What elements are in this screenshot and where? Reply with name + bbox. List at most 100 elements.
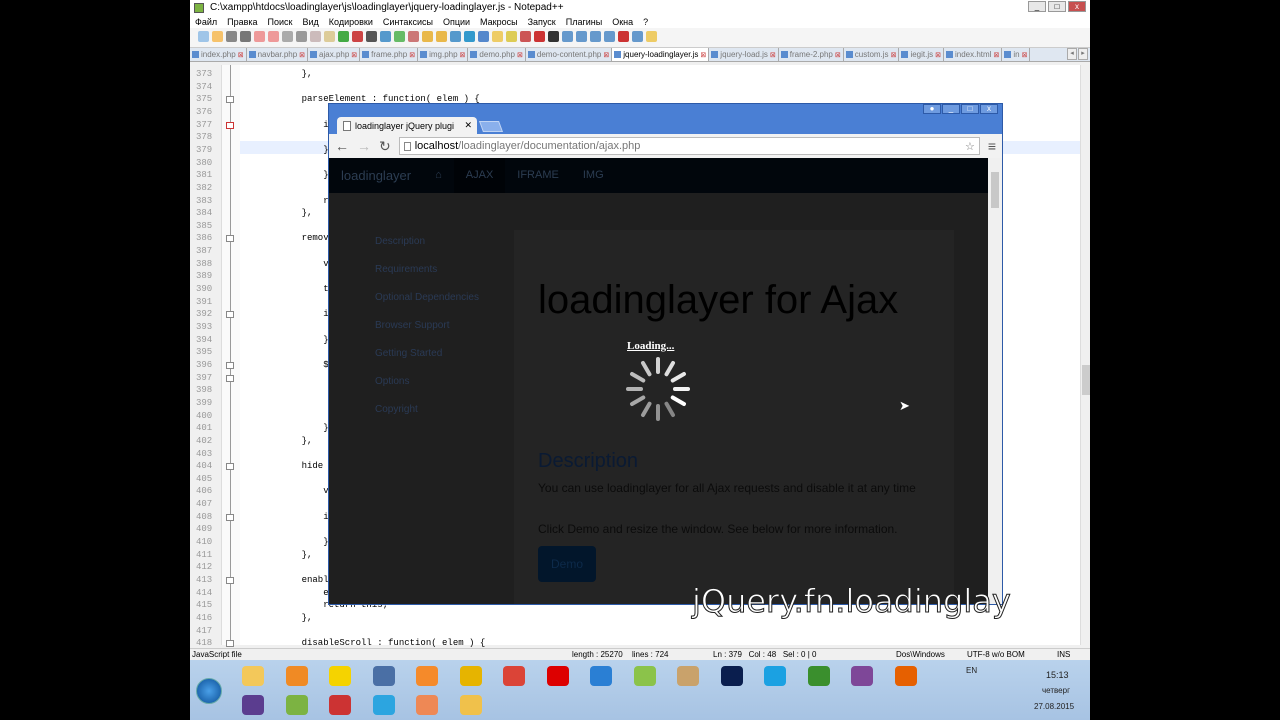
file-tab[interactable]: iegit.js ⊠ (899, 48, 944, 61)
toolbar-button-icon[interactable] (226, 31, 237, 42)
menu-item[interactable]: Кодировки (329, 17, 373, 27)
page-scrollbar[interactable] (988, 158, 1002, 604)
back-icon[interactable]: ← (335, 138, 349, 154)
toolbar-button-icon[interactable] (352, 31, 363, 42)
maximize-button[interactable]: □ (961, 104, 979, 114)
screen-recorder-icon[interactable] (459, 695, 482, 715)
toolbar-button-icon[interactable] (478, 31, 489, 42)
nav-iframe[interactable]: IFRAME (505, 158, 571, 193)
nav-ajax[interactable]: AJAX (453, 158, 506, 193)
close-tab-icon[interactable]: ⊠ (409, 51, 415, 59)
rocket-icon[interactable] (329, 695, 351, 715)
toolbar-button-icon[interactable] (380, 31, 391, 42)
file-tab[interactable]: navbar.php ⊠ (247, 48, 309, 61)
file-tab[interactable]: in ⊠ (1002, 48, 1031, 61)
tab-scroll-button[interactable]: ◂ (1067, 48, 1077, 60)
scrollbar-thumb[interactable] (991, 172, 999, 208)
close-tab-icon[interactable]: ⊠ (460, 51, 466, 59)
minimize-button[interactable]: _ (942, 104, 960, 114)
file-tab[interactable]: index.php ⊠ (190, 48, 247, 61)
maximize-button[interactable]: □ (1048, 1, 1066, 12)
close-button[interactable]: x (980, 104, 998, 114)
close-tab-icon[interactable]: ⊠ (891, 51, 897, 59)
clock-time[interactable]: 15:13 (1046, 670, 1069, 680)
explorer-icon[interactable] (242, 666, 264, 686)
fold-toggle-icon[interactable] (226, 361, 234, 369)
language-indicator[interactable]: EN (966, 666, 977, 675)
toolbar-button-icon[interactable] (618, 31, 629, 42)
sidebar-link[interactable]: Options (375, 376, 479, 404)
file-tab[interactable]: frame-2.php ⊠ (779, 48, 844, 61)
toolbar-button-icon[interactable] (296, 31, 307, 42)
menu-item[interactable]: Синтаксисы (383, 17, 433, 27)
ie-icon[interactable] (764, 666, 786, 686)
file-tab[interactable]: frame.php ⊠ (360, 48, 419, 61)
file-tab[interactable]: jquery-loadinglayer.js ⊠ (612, 48, 710, 61)
menu-item[interactable]: Вид (303, 17, 319, 27)
telegram-icon[interactable] (372, 695, 395, 715)
chrome-icon[interactable] (503, 666, 525, 686)
toolbar-button-icon[interactable] (282, 31, 293, 42)
file-tab[interactable]: index.html ⊠ (944, 48, 1003, 61)
fold-toggle-icon[interactable] (226, 577, 234, 584)
file-tab[interactable]: demo-content.php ⊠ (526, 48, 613, 61)
toolbar-button-icon[interactable] (422, 31, 433, 42)
new-tab-button[interactable] (478, 121, 504, 132)
close-tab-icon[interactable]: ⊠ (299, 51, 305, 59)
toolbar-button-icon[interactable] (240, 31, 251, 42)
photoshop-icon[interactable] (720, 666, 743, 686)
menu-item[interactable]: Плагины (566, 17, 602, 27)
webcam-icon[interactable] (459, 666, 482, 686)
toolbar-button-icon[interactable] (212, 31, 223, 42)
menu-item[interactable]: Окна (612, 17, 633, 27)
file-tab[interactable]: custom.js ⊠ (844, 48, 900, 61)
bookmark-star-icon[interactable]: ☆ (965, 140, 975, 153)
toolbar-button-icon[interactable] (548, 31, 559, 42)
toolbar-button-icon[interactable] (198, 31, 209, 42)
toolbar-button-icon[interactable] (254, 31, 265, 42)
minimize-button[interactable]: _ (1028, 1, 1046, 12)
sidebar-link[interactable]: Copyright (375, 404, 479, 432)
sidebar-link[interactable]: Optional Dependencies (375, 292, 479, 320)
start-button[interactable] (196, 678, 222, 704)
toolbar-button-icon[interactable] (408, 31, 419, 42)
fold-toggle-icon[interactable] (226, 463, 234, 471)
browser-tab[interactable]: loadinglayer jQuery plugi ✕ (337, 117, 477, 134)
toolbar-button-icon[interactable] (394, 31, 405, 42)
user-icon[interactable]: ● (923, 104, 941, 114)
close-tab-icon[interactable]: ⊠ (351, 51, 357, 59)
toolbar-button-icon[interactable] (604, 31, 615, 42)
menu-item[interactable]: Опции (443, 17, 470, 27)
home-icon[interactable]: ⌂ (423, 158, 454, 193)
demo-button[interactable]: Demo (538, 546, 596, 582)
close-tab-icon[interactable]: ⊠ (238, 51, 244, 59)
close-tab-icon[interactable]: ⊠ (603, 51, 609, 59)
firefox-icon[interactable] (894, 666, 917, 686)
close-tab-icon[interactable]: ✕ (464, 120, 472, 131)
toolbar-button-icon[interactable] (464, 31, 475, 42)
menu-item[interactable]: Правка (227, 17, 257, 27)
site-brand[interactable]: loadinglayer (329, 158, 423, 193)
file-tab[interactable]: img.php ⊠ (418, 48, 469, 61)
sun-app-icon[interactable] (416, 666, 438, 686)
toolbar-button-icon[interactable] (324, 31, 335, 42)
fold-toggle-icon[interactable] (226, 96, 234, 104)
close-tab-icon[interactable]: ⊠ (700, 51, 706, 59)
address-bar[interactable]: localhost/loadinglayer/documentation/aja… (398, 137, 980, 155)
close-tab-icon[interactable]: ⊠ (517, 51, 523, 59)
notepadpp-icon[interactable] (285, 695, 308, 715)
menu-item[interactable]: Поиск (268, 17, 293, 27)
toolbar-button-icon[interactable] (436, 31, 447, 42)
fold-toggle-icon[interactable] (226, 121, 234, 129)
toolbar-button-icon[interactable] (520, 31, 531, 42)
fold-toggle-icon[interactable] (226, 374, 234, 382)
fold-toggle-icon[interactable] (226, 513, 234, 521)
picasa-icon[interactable] (416, 695, 438, 715)
sidebar-link[interactable]: Requirements (375, 264, 479, 292)
toolbar-button-icon[interactable] (268, 31, 279, 42)
batman-icon[interactable] (329, 666, 351, 686)
toolbar-button-icon[interactable] (310, 31, 321, 42)
menu-icon[interactable]: ≡ (988, 138, 996, 154)
toolbar-button-icon[interactable] (338, 31, 349, 42)
tab-scroll-button[interactable]: ▸ (1078, 48, 1088, 60)
